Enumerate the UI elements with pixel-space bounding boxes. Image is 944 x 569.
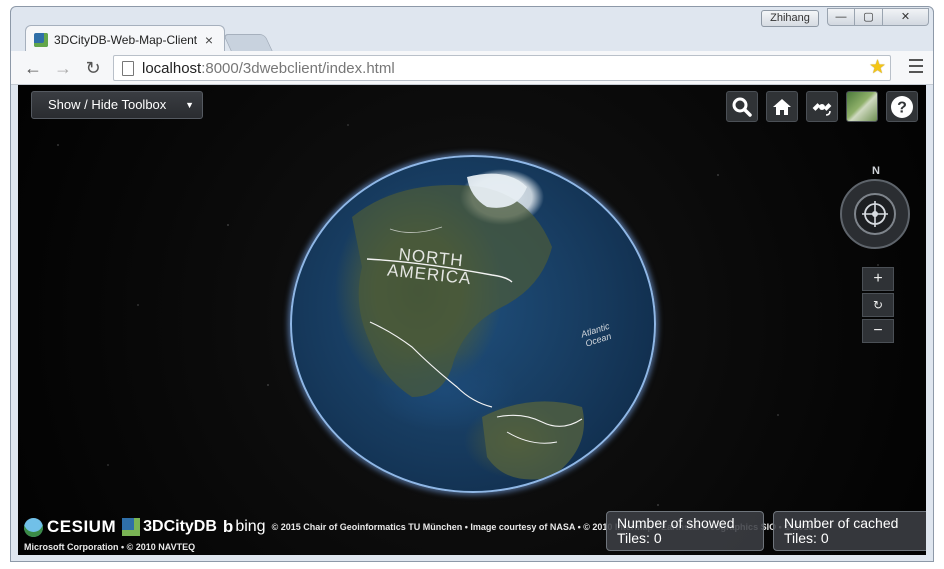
base-layer-picker-button[interactable] [846, 91, 878, 122]
bing-logo[interactable]: b bing [223, 517, 266, 537]
compass-gyro-icon [862, 201, 888, 227]
tab-title: 3DCityDB-Web-Map-Client [54, 32, 198, 47]
profile-badge[interactable]: Zhihang [761, 10, 819, 27]
3dcitydb-logo-icon [122, 518, 141, 536]
cesium-viewer[interactable]: Show / Hide Toolbox ▼ ? N + ↻ − NORTH AM… [18, 85, 926, 555]
3dcitydb-logo[interactable]: 3DCityDB [122, 518, 217, 536]
cached-tiles-label: Number of cached [784, 515, 899, 531]
browser-window: 3DCityDB-Web-Map-Client × Zhihang — ▢ ✕ … [10, 6, 934, 562]
zoom-reset-button[interactable]: ↻ [862, 293, 894, 317]
browser-toolbar: ← → ↻ localhost:8000/3dwebclient/index.h… [11, 51, 933, 85]
help-icon: ? [891, 95, 913, 118]
home-button[interactable] [766, 91, 798, 122]
forward-button[interactable]: → [53, 58, 73, 78]
showed-tiles-value: Tiles: 0 [617, 530, 662, 546]
zoom-controls: + ↻ − [862, 267, 894, 345]
minimize-button[interactable]: — [827, 8, 855, 26]
cesium-logo-icon [24, 517, 43, 537]
caret-down-icon: ▼ [185, 100, 194, 110]
viewer-toolbar: ? [726, 91, 918, 122]
3dcitydb-logo-text: 3DCityDB [143, 518, 217, 535]
page-icon [122, 60, 134, 76]
cesium-logo[interactable]: CESIUM [24, 517, 116, 537]
new-tab-button[interactable] [222, 34, 274, 52]
toolbox-toggle-label: Show / Hide Toolbox [48, 97, 167, 112]
cesium-logo-text: CESIUM [47, 517, 117, 536]
star-icon[interactable]: ★ [869, 58, 886, 78]
url-host: localhost [142, 59, 202, 77]
satellite-icon [812, 102, 832, 116]
close-window-button[interactable]: ✕ [883, 8, 929, 26]
title-bar: 3DCityDB-Web-Map-Client × Zhihang — ▢ ✕ [11, 7, 933, 53]
cached-tiles-value: Tiles: 0 [784, 530, 829, 546]
compass-icon[interactable] [854, 193, 896, 235]
continent-label: NORTH AMERICA [386, 245, 474, 289]
tab-close-icon[interactable]: × [202, 32, 216, 48]
home-icon [773, 98, 791, 115]
url-path: :8000/3dwebclient/index.html [201, 59, 395, 77]
bing-logo-icon: b [222, 517, 234, 536]
showed-tiles-label: Number of showed [617, 515, 735, 531]
reload-button[interactable]: ↻ [83, 58, 103, 78]
toolbox-toggle-button[interactable]: Show / Hide Toolbox ▼ [31, 91, 203, 119]
3dcitydb-favicon-icon [34, 32, 48, 47]
search-icon [732, 97, 752, 117]
credit-text-line2: Microsoft Corporation • © 2010 NAVTEQ [24, 542, 196, 552]
bing-logo-text: bing [235, 518, 266, 535]
scene-mode-button[interactable] [806, 91, 838, 122]
window-controls: — ▢ ✕ [827, 8, 929, 26]
maximize-button[interactable]: ▢ [855, 8, 883, 26]
cached-tiles-counter: Number of cached Tiles: 0 [773, 511, 926, 551]
zoom-out-button[interactable]: − [862, 319, 894, 343]
geocoder-search-button[interactable] [726, 91, 758, 122]
zoom-in-button[interactable]: + [862, 267, 894, 291]
globe[interactable]: NORTH AMERICA Atlantic Ocean [290, 155, 656, 493]
credits-bar: CESIUM 3DCityDB b bing © 2015 Chair of G… [22, 509, 926, 555]
back-button[interactable]: ← [23, 58, 43, 78]
address-bar[interactable]: localhost:8000/3dwebclient/index.html ★ [113, 55, 891, 81]
navigation-compass[interactable]: N [840, 165, 912, 249]
compass-north-label: N [872, 165, 880, 177]
url-text: localhost:8000/3dwebclient/index.html [142, 60, 395, 77]
browser-tab[interactable]: 3DCityDB-Web-Map-Client × [25, 25, 225, 53]
help-glyph: ? [897, 99, 907, 116]
showed-tiles-counter: Number of showed Tiles: 0 [606, 511, 764, 551]
help-button[interactable]: ? [886, 91, 918, 122]
menu-icon[interactable] [909, 59, 923, 73]
